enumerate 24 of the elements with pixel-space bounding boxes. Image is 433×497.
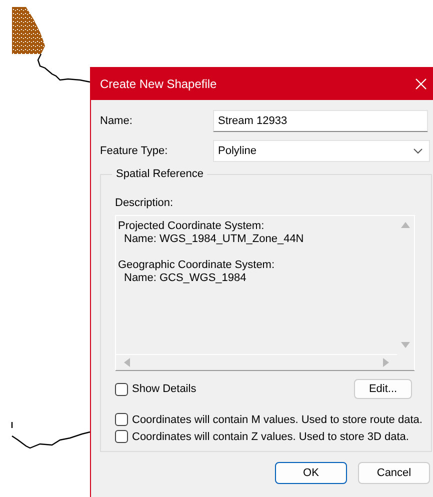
description-label: Description: <box>115 197 174 209</box>
cancel-button[interactable]: Cancel <box>358 462 430 484</box>
feature-type-dropdown[interactable]: Polyline <box>213 140 430 162</box>
window-title: Create New Shapefile <box>100 77 217 91</box>
stream-line <box>37 54 90 83</box>
name-field[interactable]: Stream 12933 <box>213 110 428 132</box>
close-icon[interactable] <box>415 78 427 90</box>
field-label: Feature Type: <box>100 145 169 157</box>
group-title: Spatial Reference <box>112 168 208 180</box>
checkbox[interactable] <box>115 382 128 396</box>
description-line: Projected Coordinate System: <box>118 220 264 233</box>
checkbox[interactable] <box>115 413 128 426</box>
checkbox-label: Coordinates will contain Z values. Used to store 3D data. <box>132 430 409 442</box>
description-line: Name: GCS_WGS_1984 <box>124 272 246 285</box>
ok-button[interactable]: OK <box>275 462 347 484</box>
field-label: Name: <box>100 115 134 127</box>
checkbox-label: Coordinates will contain M values. Used to store route data. <box>132 414 422 426</box>
description-line: Name: WGS_1984_UTM_Zone_44N <box>124 233 304 246</box>
checkbox-label: Show Details <box>132 383 196 395</box>
checkbox[interactable] <box>115 430 128 443</box>
chevron-down-icon <box>413 148 423 154</box>
description-line: Geographic Coordinate System: <box>118 259 275 272</box>
polygon-feature <box>12 7 45 54</box>
edit-button[interactable]: Edit... <box>354 379 412 399</box>
